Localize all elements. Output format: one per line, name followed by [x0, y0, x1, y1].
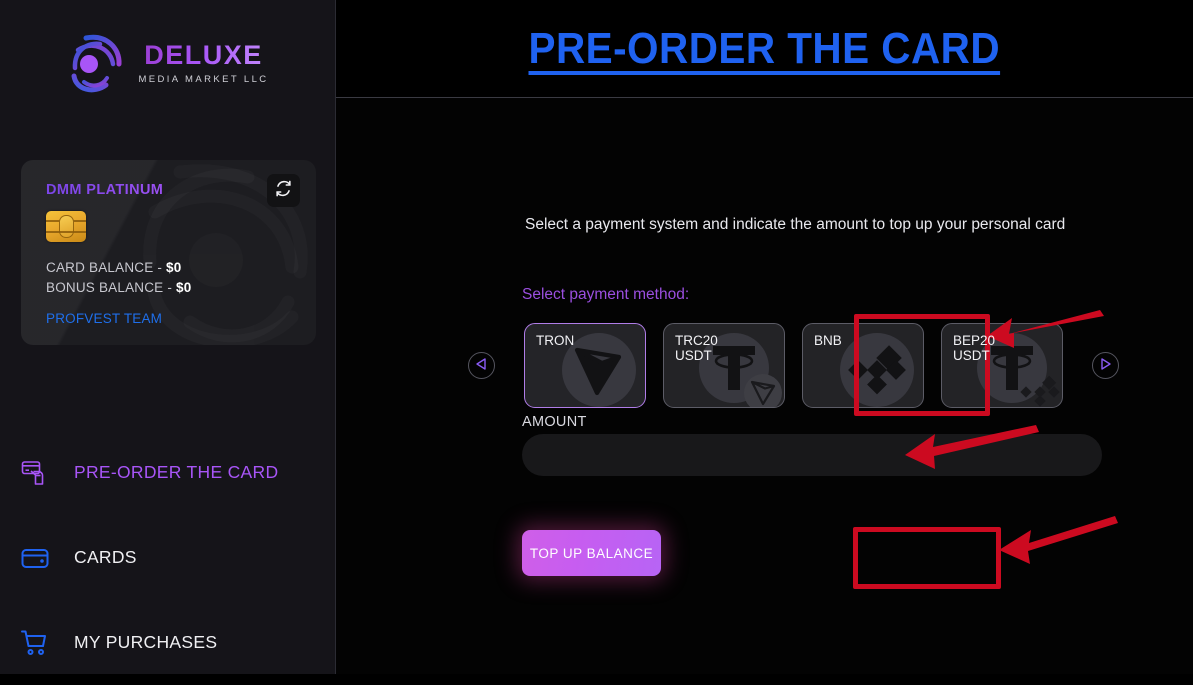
sidebar: DELUXE MEDIA MARKET LLC DMM PLATINUM CAR… — [0, 0, 336, 674]
bonus-balance-label: BONUS BALANCE - — [46, 280, 176, 295]
payment-method-trc20-usdt[interactable]: TRC20 USDT — [663, 323, 785, 408]
card-balances: CARD BALANCE - $0 BONUS BALANCE - $0 — [46, 258, 316, 298]
intro-text: Select a payment system and indicate the… — [525, 216, 1066, 233]
emv-chip-icon — [46, 211, 86, 242]
page-header: PRE-ORDER THE CARD — [336, 0, 1193, 98]
chevron-left-icon — [476, 357, 487, 375]
carousel-next-button[interactable] — [1092, 352, 1119, 379]
main-content: PRE-ORDER THE CARD Select a payment syst… — [336, 0, 1193, 674]
brand-logo[interactable]: DELUXE MEDIA MARKET LLC — [0, 0, 335, 120]
app-root: DELUXE MEDIA MARKET LLC DMM PLATINUM CAR… — [0, 0, 1193, 674]
annotation-box-topup — [853, 527, 1001, 589]
payment-method-bep20-usdt[interactable]: BEP20 USDT — [941, 323, 1063, 408]
sidebar-item-cards[interactable]: CARDS — [0, 515, 335, 600]
shopping-cart-icon — [18, 626, 52, 660]
sidebar-item-label: MY PURCHASES — [74, 632, 218, 652]
payment-method-tron[interactable]: TRON — [524, 323, 646, 408]
payment-method-carousel: TRON TRC20 USDT BNB BEP20 USDT — [468, 323, 1168, 408]
card-balance-row: CARD BALANCE - $0 — [46, 258, 316, 278]
sidebar-item-my-purchases[interactable]: MY PURCHASES — [0, 600, 335, 685]
sidebar-item-pre-order-the-card[interactable]: PRE-ORDER THE CARD — [0, 430, 335, 515]
payment-method-label: Select payment method: — [522, 286, 690, 303]
hand-card-icon — [18, 456, 52, 490]
carousel-prev-button[interactable] — [468, 352, 495, 379]
arrow-to-topup — [999, 516, 1118, 564]
bonus-balance-row: BONUS BALANCE - $0 — [46, 278, 316, 298]
payment-method-name: TRC20 USDT — [675, 333, 718, 363]
logo-subtitle: MEDIA MARKET LLC — [138, 73, 269, 85]
chevron-right-icon — [1100, 357, 1111, 375]
card-team-link[interactable]: PROFVEST TEAM — [46, 311, 316, 326]
card-balance-label: CARD BALANCE - — [46, 260, 167, 275]
payment-method-list: TRON TRC20 USDT BNB BEP20 USDT — [524, 323, 1063, 408]
amount-input[interactable] — [522, 434, 1102, 476]
amount-label: AMOUNT — [522, 414, 587, 430]
payment-method-bnb[interactable]: BNB — [802, 323, 924, 408]
sidebar-item-label: CARDS — [74, 547, 137, 567]
card-balance-value: $0 — [166, 260, 182, 275]
top-up-balance-button[interactable]: TOP UP BALANCE — [522, 530, 661, 576]
wallet-icon — [18, 541, 52, 575]
sidebar-item-label: PRE-ORDER THE CARD — [74, 462, 279, 482]
swirl-logo-icon — [66, 30, 128, 96]
logo-title: DELUXE — [144, 39, 263, 70]
sidebar-nav: PRE-ORDER THE CARD CARDS MY PURCHASES — [0, 430, 335, 685]
page-title: PRE-ORDER THE CARD — [528, 23, 1001, 73]
refresh-icon — [274, 179, 293, 203]
payment-method-name: BNB — [814, 333, 842, 348]
balance-card: DMM PLATINUM CARD BALANCE - $0 BONUS BAL… — [21, 160, 316, 345]
payment-method-name: BEP20 USDT — [953, 333, 996, 363]
payment-method-name: TRON — [536, 333, 575, 348]
bonus-balance-value: $0 — [175, 280, 192, 295]
refresh-balance-button[interactable] — [267, 174, 300, 207]
